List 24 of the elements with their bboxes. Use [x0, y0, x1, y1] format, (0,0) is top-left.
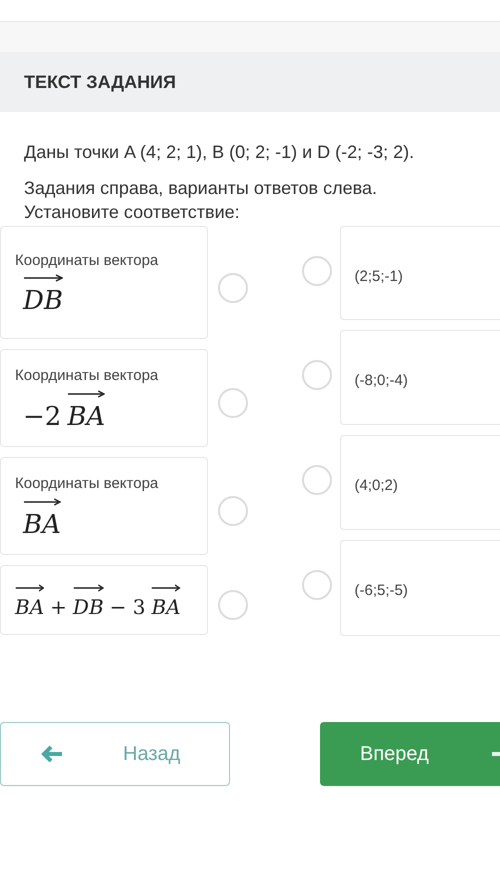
instruction-text: Задания справа, варианты ответов слева. Установите соответствие: [24, 177, 378, 224]
math-text: −2 [23, 400, 62, 434]
back-button[interactable]: Назад [0, 722, 230, 786]
card-label: Координаты вектора [15, 250, 160, 271]
section-title: ТЕКСТ ЗАДАНИЯ [24, 70, 176, 94]
radio-button[interactable] [302, 256, 332, 286]
card-label: Координаты вектора [15, 474, 160, 494]
radio-button[interactable] [218, 272, 248, 302]
answer-text: (-6;5;-5) [354, 582, 408, 599]
card-label: Координаты вектора [15, 366, 160, 386]
math-text: + [50, 594, 67, 621]
radio-button[interactable] [218, 496, 248, 526]
radio-button[interactable] [302, 360, 332, 390]
answer-text: (-8;0;-4) [354, 372, 408, 389]
radio-button[interactable] [218, 388, 248, 418]
radio-button[interactable] [302, 570, 332, 600]
arrow-left-icon [41, 745, 63, 763]
radio-button[interactable] [218, 590, 248, 620]
math-text: − 3 [110, 594, 146, 621]
next-button[interactable]: Вперед [320, 722, 500, 786]
task-text: Даны точки A (4; 2; 1), B (0; 2; -1) и D (-2; -3; 2). [24, 141, 416, 164]
radio-button[interactable] [302, 465, 332, 495]
answer-text: (4;0;2) [354, 477, 398, 494]
answer-text: (2;5;-1) [354, 268, 403, 285]
